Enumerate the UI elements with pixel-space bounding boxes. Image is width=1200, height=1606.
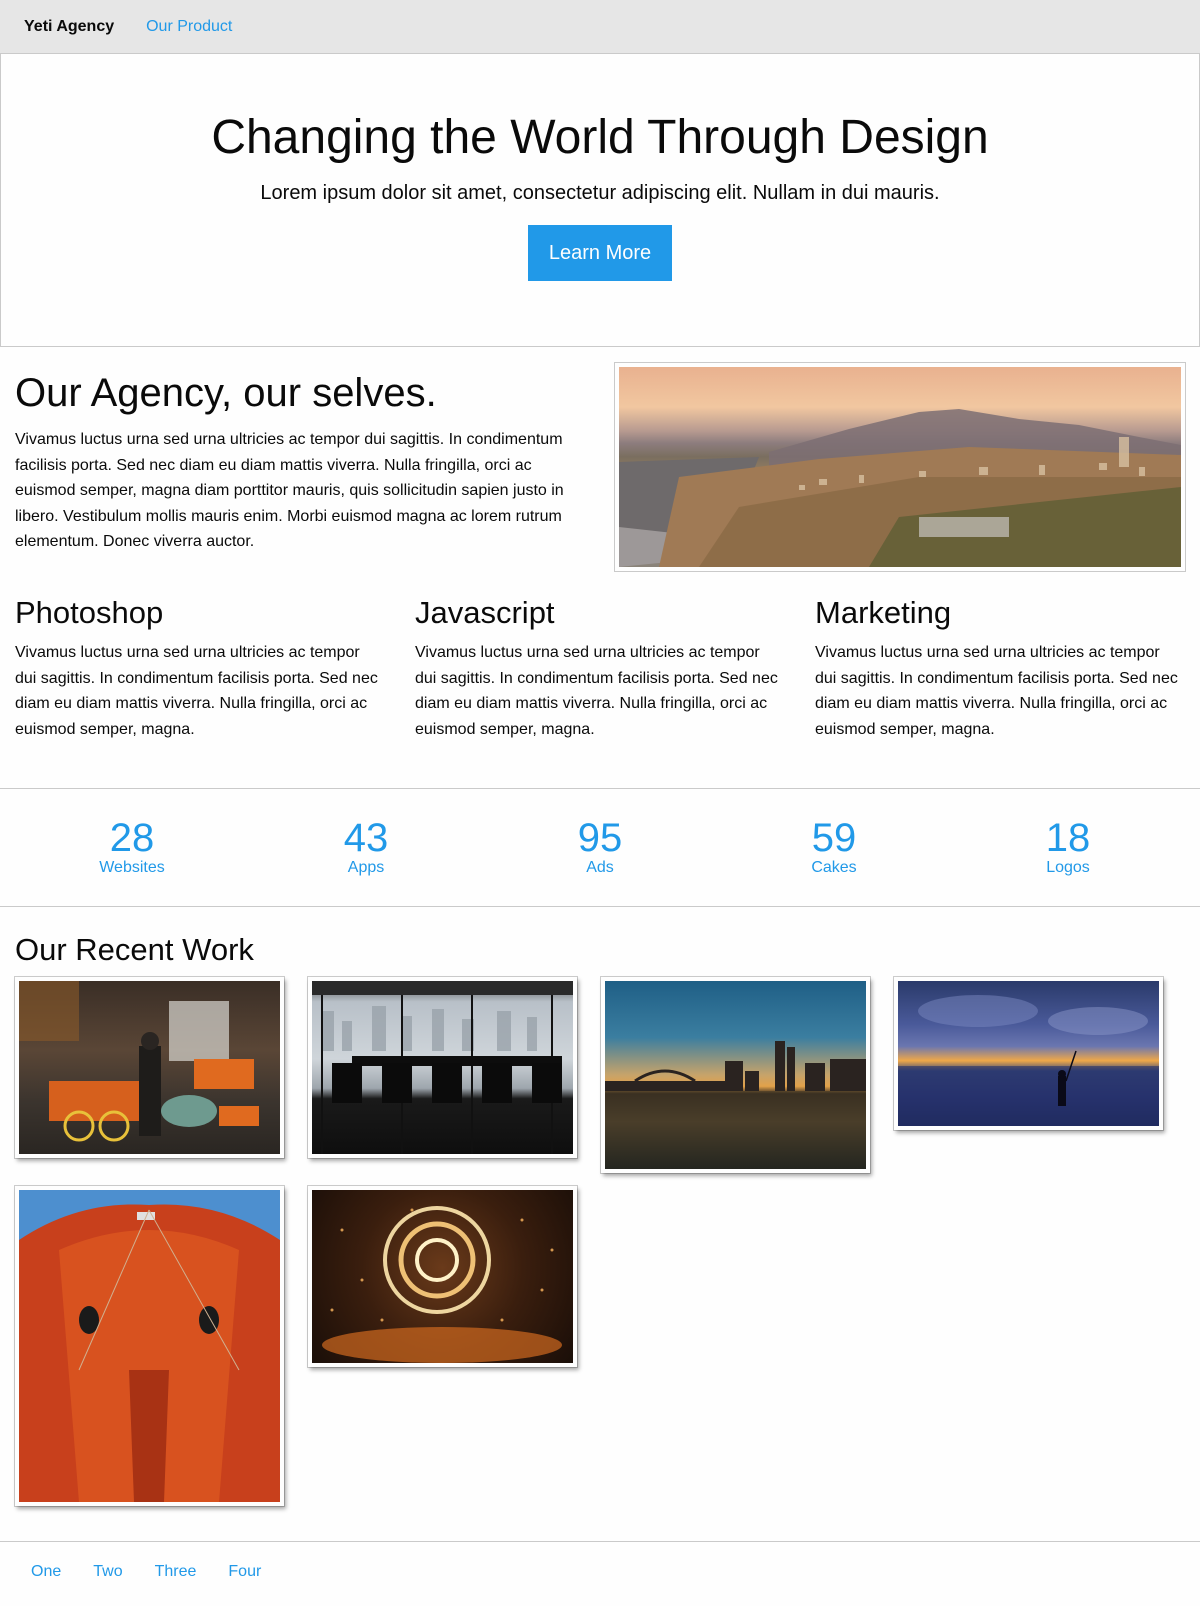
footer-nav: One Two Three Four (0, 1541, 1200, 1601)
column-heading: Javascript (415, 595, 555, 630)
footer-link-four[interactable]: Four (212, 1563, 277, 1581)
stat-label: Logos (1046, 858, 1090, 876)
stats-bar: 28 Websites 43 Apps 95 Ads 59 Cakes 18 L… (0, 788, 1200, 907)
stat-apps: 43 Apps (249, 818, 483, 878)
work-thumbnail-river-city[interactable] (601, 977, 870, 1173)
column-heading: Marketing (815, 595, 952, 630)
stat-websites: 28 Websites (15, 818, 249, 878)
stat-label: Websites (99, 858, 165, 876)
column-javascript: Javascript Vivamus luctus urna sed urna … (415, 592, 785, 742)
stat-number: 28 (109, 815, 155, 860)
footer-link-two[interactable]: Two (77, 1563, 138, 1581)
city-panorama-image (619, 367, 1181, 567)
stat-number: 43 (343, 815, 389, 860)
footer-link-three[interactable]: Three (139, 1563, 213, 1581)
agency-heading: Our Agency, our selves. (15, 371, 437, 415)
work-thumbnail-light-painting[interactable] (308, 1186, 577, 1367)
stat-ads: 95 Ads (483, 818, 717, 878)
stat-number: 95 (577, 815, 623, 860)
agency-section: Our Agency, our selves. Vivamus luctus u… (0, 347, 1200, 592)
work-thumbnail-beach[interactable] (894, 977, 1163, 1130)
skills-columns: Photoshop Vivamus luctus urna sed urna u… (0, 592, 1200, 788)
column-heading: Photoshop (15, 595, 164, 630)
nav-link-our-product[interactable]: Our Product (146, 18, 232, 36)
column-body: Vivamus luctus urna sed urna ultricies a… (415, 644, 778, 738)
stat-label: Ads (586, 858, 614, 876)
column-marketing: Marketing Vivamus luctus urna sed urna u… (815, 592, 1185, 742)
stat-number: 59 (811, 815, 857, 860)
column-body: Vivamus luctus urna sed urna ultricies a… (815, 644, 1178, 738)
stat-cakes: 59 Cakes (717, 818, 951, 878)
work-thumbnail-chairs[interactable] (308, 977, 577, 1158)
stat-logos: 18 Logos (951, 818, 1185, 878)
ship-photo (19, 1190, 280, 1502)
hero-section: Changing the World Through Design Lorem … (0, 54, 1200, 347)
river-city-photo (605, 981, 866, 1169)
recent-work-heading: Our Recent Work (15, 932, 254, 967)
agency-image-frame (614, 362, 1186, 572)
stat-label: Cakes (811, 858, 857, 876)
column-body: Vivamus luctus urna sed urna ultricies a… (15, 644, 378, 738)
beach-photo (898, 981, 1159, 1126)
market-photo (19, 981, 280, 1154)
hero-title: Changing the World Through Design (211, 111, 989, 164)
light-painting-photo (312, 1190, 573, 1363)
chairs-photo (312, 981, 573, 1154)
footer-link-one[interactable]: One (15, 1563, 77, 1581)
stat-number: 18 (1045, 815, 1091, 860)
hero-subtitle: Lorem ipsum dolor sit amet, consectetur … (260, 182, 940, 204)
work-thumbnail-ship[interactable] (15, 1186, 284, 1506)
recent-work-section: Our Recent Work (0, 907, 1200, 1541)
work-thumbnail-market[interactable] (15, 977, 284, 1158)
stat-label: Apps (347, 858, 385, 876)
brand-title: Yeti Agency (24, 17, 115, 35)
column-photoshop: Photoshop Vivamus luctus urna sed urna u… (15, 592, 385, 742)
learn-more-button[interactable]: Learn More (528, 225, 672, 281)
agency-body: Vivamus luctus urna sed urna ultricies a… (15, 431, 564, 551)
top-bar: Yeti Agency Our Product (0, 0, 1200, 54)
